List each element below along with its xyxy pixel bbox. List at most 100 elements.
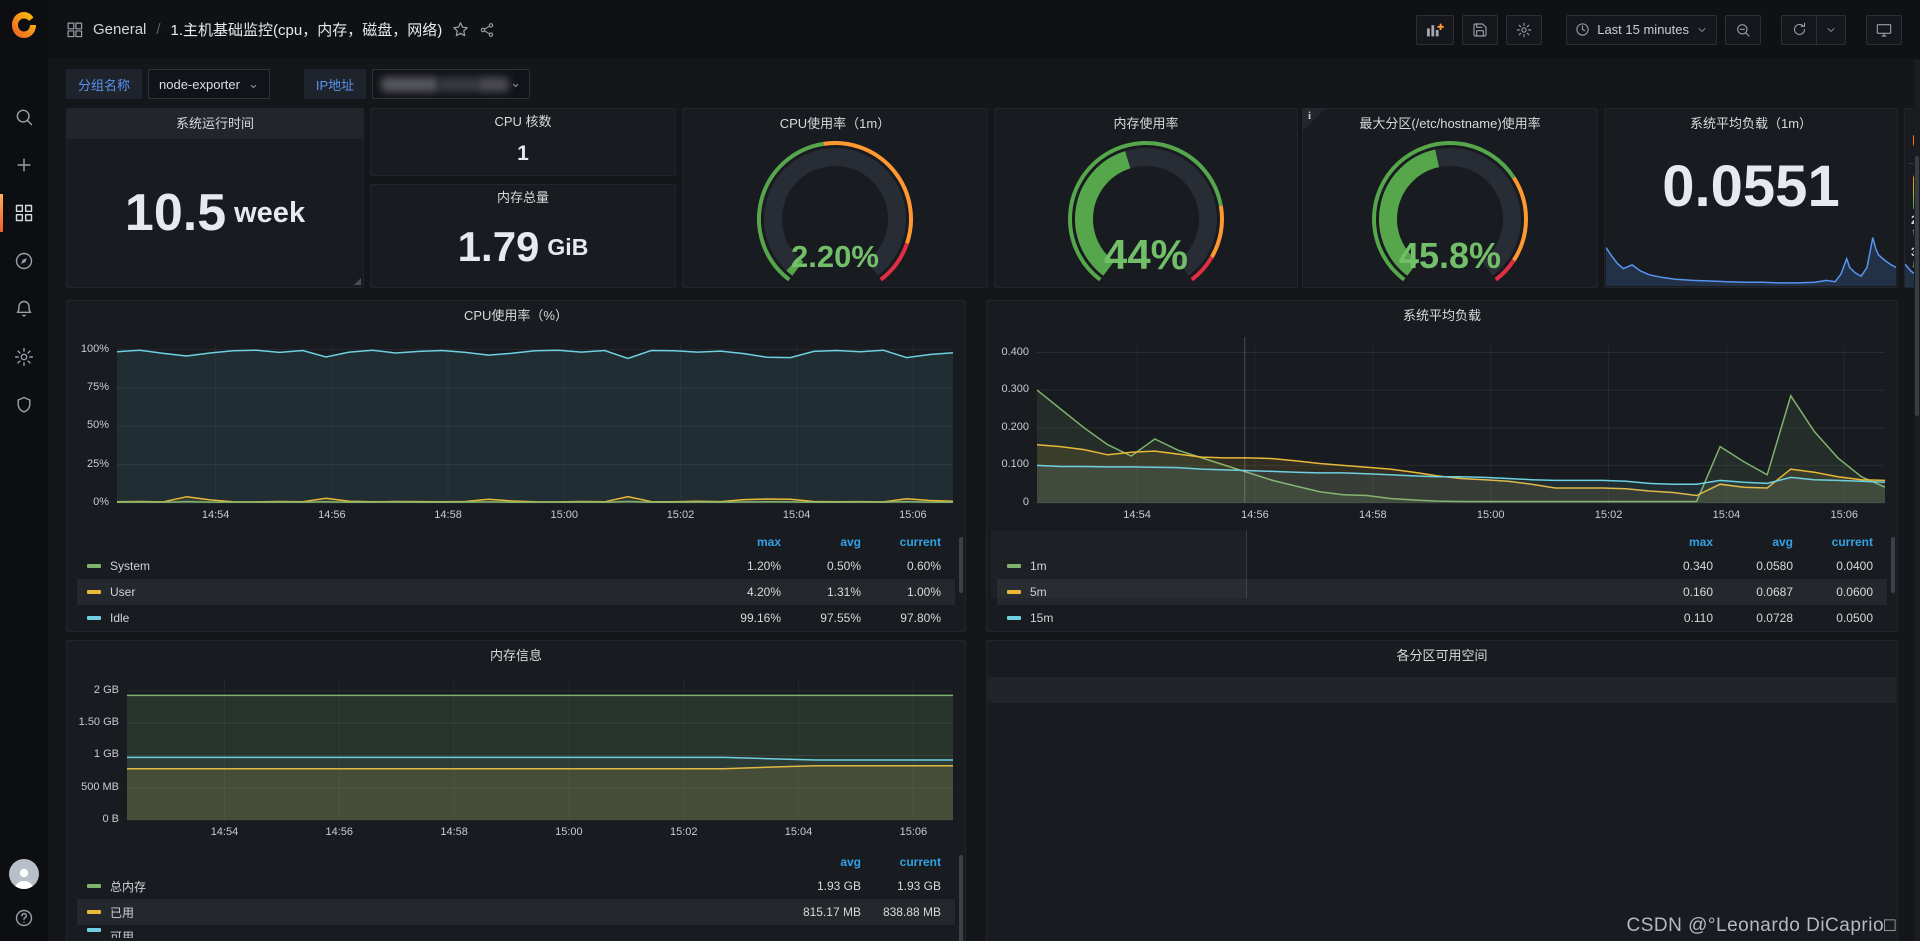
legend-swatch [87,616,101,620]
panel-cpu-usage-chart: CPU使用率（%） 0% 25% 50% 75% 100% 14:54 14:56 14:58… [66,300,966,632]
sidebar-item-search[interactable] [0,102,48,132]
user-avatar[interactable] [9,859,39,889]
y-tick-label: 1.50 GB [78,716,119,729]
page-scrollbar-track[interactable] [1914,60,1920,941]
legend-row: 15m 0.110 0.0728 0.0500 [997,605,1887,631]
resize-handle[interactable] [354,278,361,285]
x-tick-label: 14:58 [1359,509,1387,521]
panel-title[interactable]: CPU使用率（%） [67,301,965,331]
legend-scrollbar[interactable] [959,855,963,941]
mem-total-unit: GiB [547,233,589,260]
x-tick-label: 14:54 [1123,509,1151,521]
mem-info-plot[interactable]: 0 B 500 MB 1 GB 1.50 GB 2 GB 14:54 14:56 14:58 1… [71,671,961,846]
sidebar-item-help[interactable] [14,905,34,931]
panel-title[interactable]: 内存使用率 [995,109,1297,139]
dashboard-icon [67,22,83,38]
refresh-icon [1793,22,1805,35]
ip-address-label[interactable]: IP地址 [303,69,367,99]
panel-title[interactable]: 内存信息 [67,641,965,671]
group-name-dropdown[interactable]: node-exporter ⌄ [148,69,270,99]
y-tick-label: 2 GB [93,683,119,696]
legend-scrollbar[interactable] [1891,537,1895,593]
legend-sort-avg[interactable]: avg [781,535,861,549]
legend-series-label[interactable]: 15m [1030,611,1053,625]
y-tick-label: 50% [86,419,109,432]
x-tick-label: 15:06 [899,509,927,521]
dashboard-title[interactable]: 1.主机基础监控(cpu，内存，磁盘，网络) [171,19,443,40]
panel-info-corner[interactable] [1303,109,1325,131]
legend-series-label[interactable]: 5m [1030,585,1047,599]
legend-sort-avg[interactable]: avg [1713,535,1793,549]
cycle-view-mode-button[interactable] [1866,14,1902,45]
y-tick-label: 0.100 [1001,458,1029,471]
y-tick-label: 0 B [102,813,119,825]
sidebar-item-dashboards[interactable] [0,194,48,232]
panel-title[interactable]: 最大分区(/etc/hostname)使用率 [1303,109,1597,139]
sparkline-svg [1605,237,1897,286]
zoom-out-button[interactable] [1725,14,1761,45]
legend-sort-avg[interactable]: avg [781,855,861,869]
series-System [116,500,954,503]
legend-value: 0.0600 [1836,585,1873,599]
legend-sort-max[interactable]: max [1633,535,1713,549]
mem-info-legend: avg current 总内存 1.93 GB 1.93 GB 已用 815.17 MB 83… [77,851,955,938]
star-icon[interactable] [452,21,469,38]
sidebar-item-explore[interactable] [0,246,48,276]
breadcrumb-folder[interactable]: General [93,21,146,38]
uptime-value: 10.5 [124,184,227,242]
legend-series-label[interactable]: 已用 [110,904,134,921]
legend-series-label[interactable]: System [110,559,150,573]
uptime-unit: week [234,196,306,229]
legend-sort-current[interactable]: current [1793,535,1873,549]
legend-series-label[interactable]: 总内存 [110,878,146,895]
x-tick-label: 15:04 [1712,509,1741,521]
panel-title[interactable]: 各分区可用空间 [987,641,1897,671]
y-tick-label: 25% [86,457,109,470]
panel-title[interactable]: 系统平均负载（1m） [1605,109,1897,139]
sidebar-item-create[interactable] [0,150,48,180]
save-dashboard-button[interactable] [1462,14,1499,45]
legend-sort-current[interactable]: current [861,855,941,869]
legend-sort-max[interactable]: max [701,535,781,549]
legend-sort-current[interactable]: current [861,535,941,549]
x-tick-label: 14:56 [318,509,346,521]
time-range-picker[interactable]: Last 15 minutes [1566,14,1717,45]
legend-header-cols: max avg current [1633,535,1873,549]
legend-series-label[interactable]: 1m [1030,559,1047,573]
gauge-value: 44% [1103,231,1189,278]
legend-scrollbar[interactable] [959,537,963,593]
legend-series-label[interactable]: Idle [110,611,129,625]
sidebar-item-configuration[interactable] [0,342,48,372]
legend-header-row: max avg current [997,531,1887,553]
legend-values: 1.93 GB 1.93 GB [781,879,941,893]
page-scrollbar-thumb[interactable] [1915,156,1919,416]
ip-address-dropdown[interactable]: ⌄ [372,69,531,99]
legend-row: Idle 99.16% 97.55% 97.80% [77,605,955,631]
legend-value: 0.110 [1683,611,1713,625]
load-sparkline [1605,224,1897,286]
panel-title[interactable]: CPU使用率（1m） [683,109,987,139]
dashboard-settings-button[interactable] [1506,14,1543,45]
panel-title[interactable]: 系统运行时间 [67,109,363,139]
grafana-logo[interactable] [9,10,39,40]
legend-series-label[interactable]: 可用 [110,928,134,938]
group-name-label[interactable]: 分组名称 [66,69,143,99]
share-icon[interactable] [479,22,495,38]
sidebar-item-alerting[interactable] [0,294,48,324]
panel-title[interactable]: 系统平均负载 [987,301,1897,331]
refresh-interval-dropdown[interactable] [1817,14,1846,45]
legend-series-label[interactable]: User [110,585,135,599]
panel-title[interactable]: CPU 核数 [371,109,675,135]
redacted-value [381,77,440,92]
chart-svg [1036,337,1886,504]
plus-icon [17,158,31,172]
panel-cpu-usage-gauge: CPU使用率（1m） 2.20% [682,108,988,288]
cpu-usage-plot[interactable]: 0% 25% 50% 75% 100% 14:54 14:56 14:58 15:00 15:02… [71,331,961,529]
legend-value: 1.00% [906,585,941,599]
legend-value: 99.16% [740,611,781,625]
add-panel-button[interactable] [1416,14,1455,45]
sidebar-item-server-admin[interactable] [0,390,48,420]
load-plot[interactable]: 0 0.100 0.200 0.300 0.400 14:54 14:56 14:58 15:0… [991,331,1893,529]
x-tick-label: 14:54 [210,826,239,838]
refresh-button[interactable] [1781,14,1817,45]
